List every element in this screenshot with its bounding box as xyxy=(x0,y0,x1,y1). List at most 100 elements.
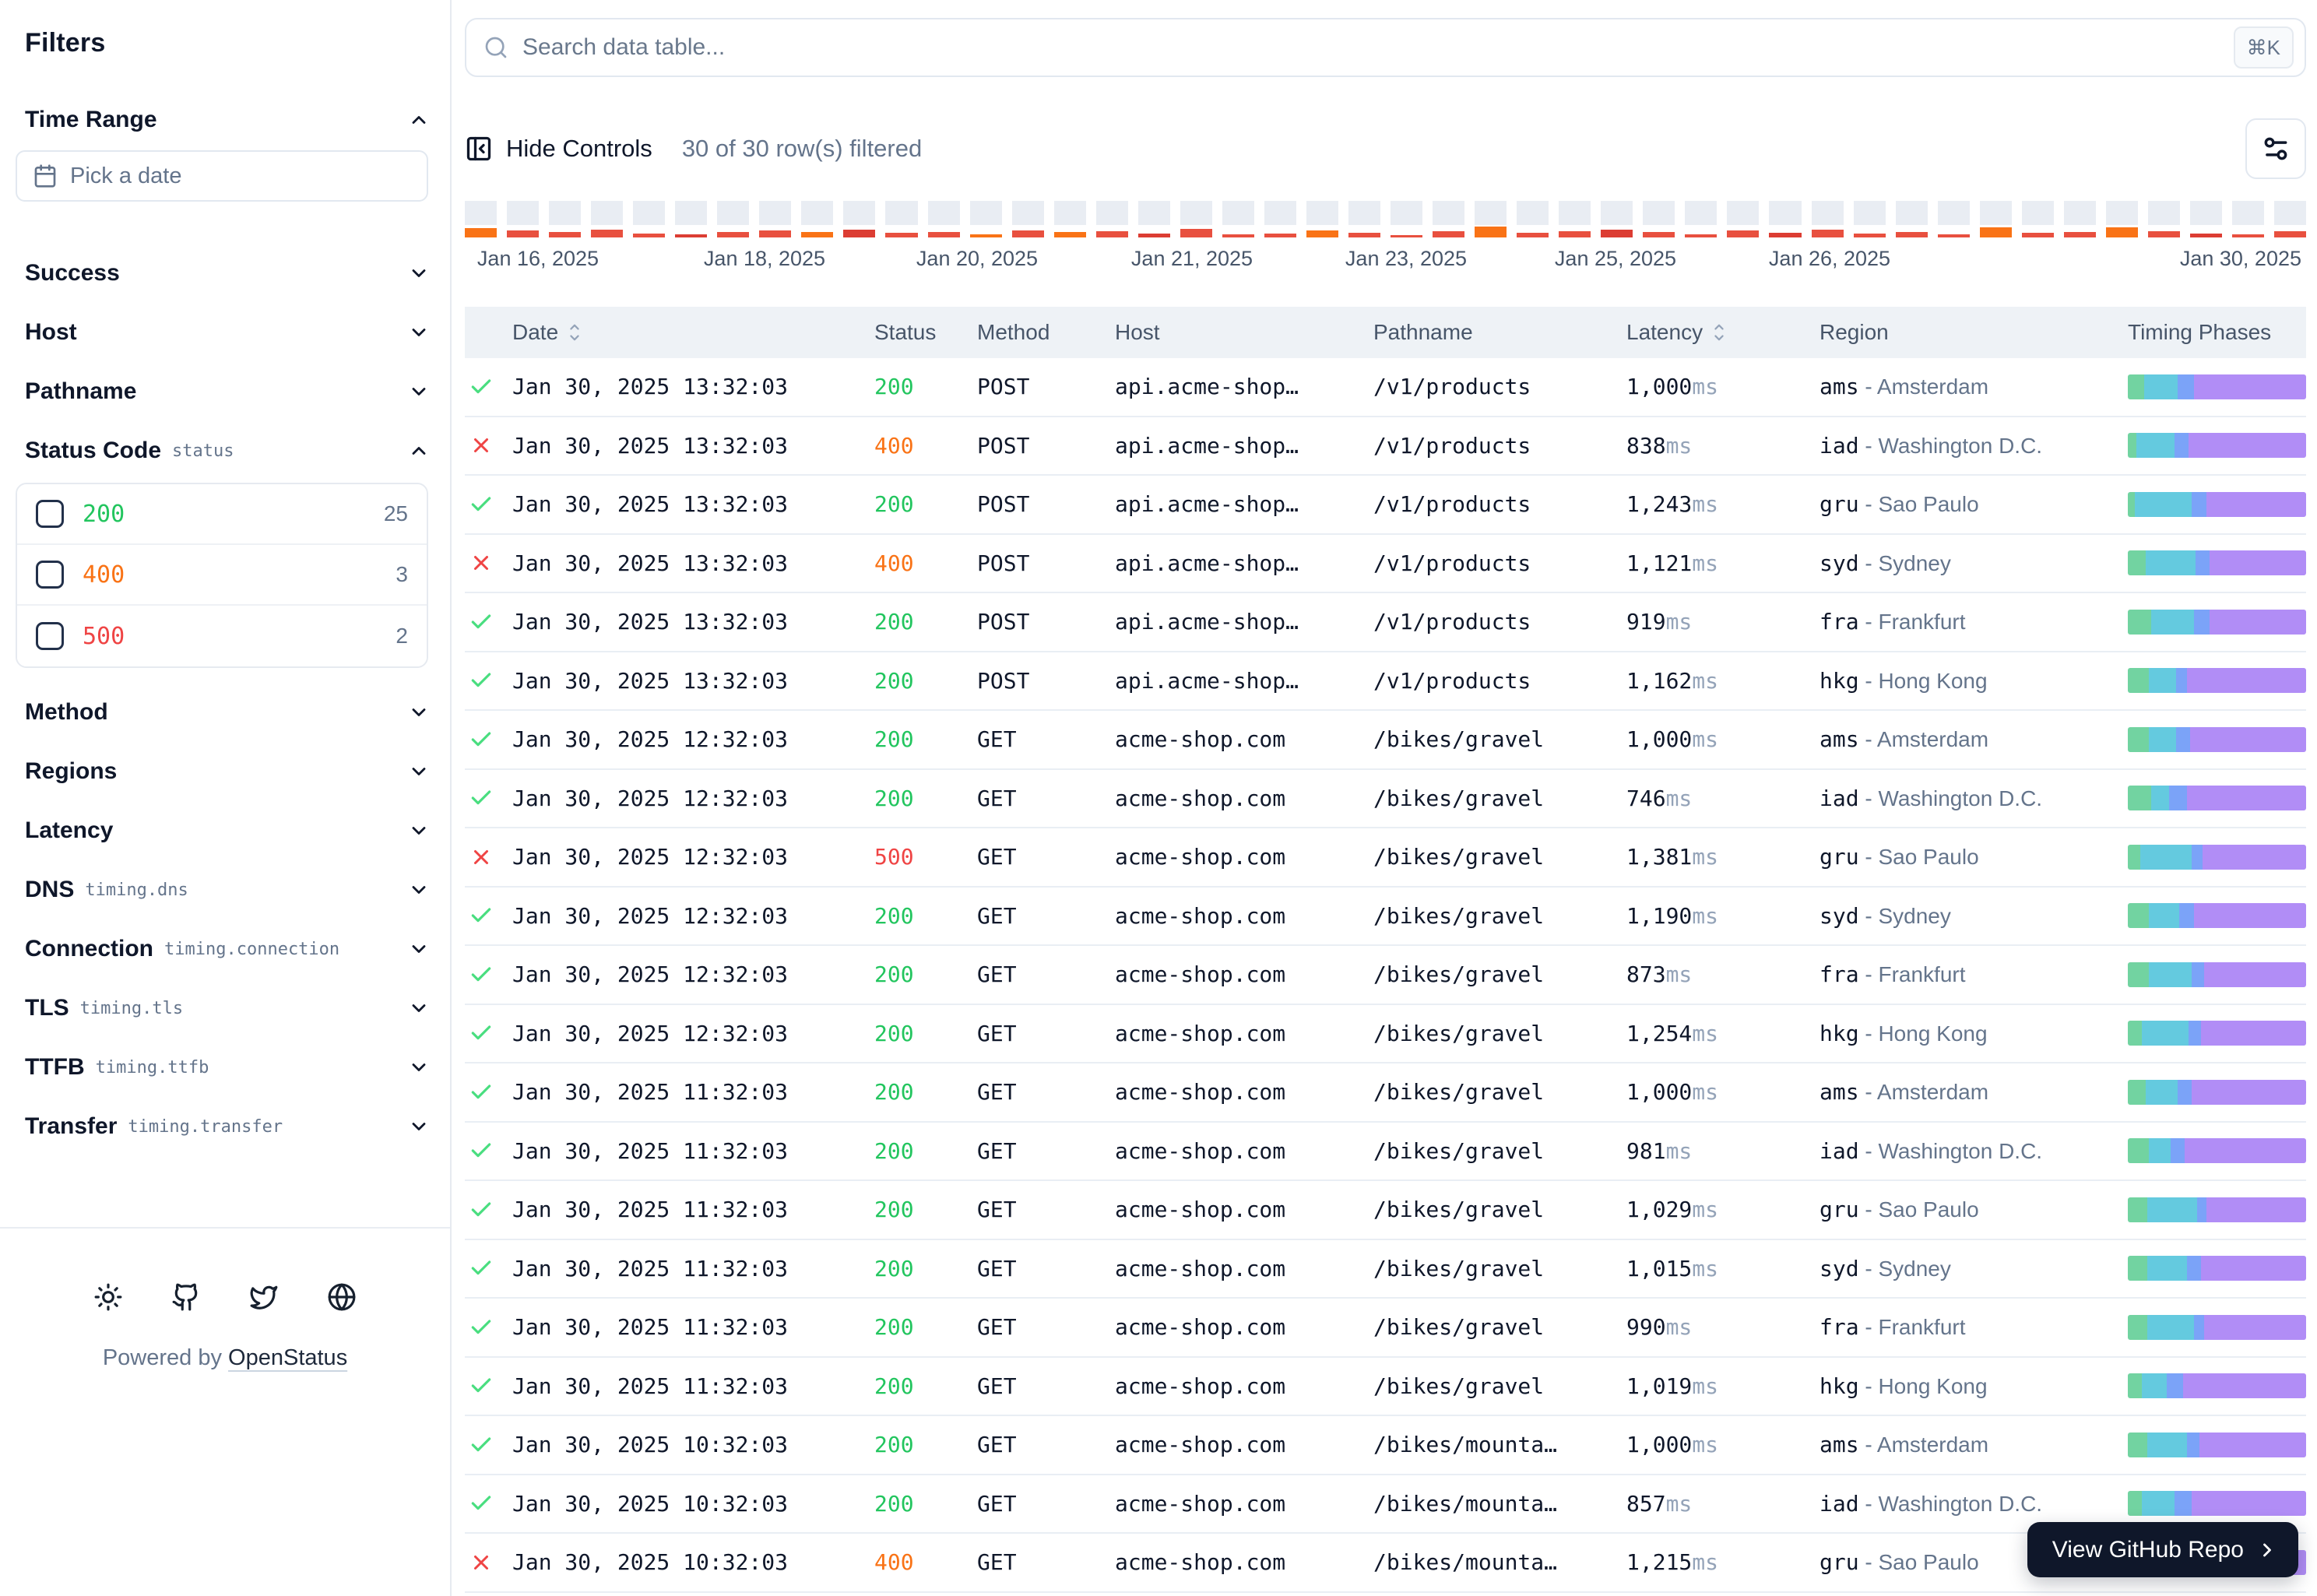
timing-phase-segment xyxy=(2171,1138,2185,1163)
cell-latency: 1,190ms xyxy=(1611,903,1804,929)
timing-phase-segment xyxy=(2206,492,2306,517)
table-row[interactable]: Jan 30, 2025 10:32:03200GETacme-shop.com… xyxy=(465,1475,2306,1534)
timeline-bar-error xyxy=(1222,234,1254,237)
timing-phase-segment xyxy=(2128,1373,2142,1398)
timeline-bar-success xyxy=(843,201,875,225)
cell-timing-phases xyxy=(2112,962,2306,987)
filter-section-status-code[interactable]: Status Code status xyxy=(16,434,434,467)
timeline-bar xyxy=(549,201,581,237)
github-repo-label: View GitHub Repo xyxy=(2052,1537,2244,1563)
timeline-bar-error xyxy=(1769,233,1801,237)
latency-value: 873 xyxy=(1626,961,1666,987)
timeline-chart[interactable]: Jan 16, 2025Jan 18, 2025Jan 20, 2025Jan … xyxy=(465,201,2306,275)
section-label: TLS xyxy=(25,995,69,1021)
success-check-icon xyxy=(465,1373,497,1398)
filter-section-connection[interactable]: Connectiontiming.connection xyxy=(16,933,434,965)
openstatus-link[interactable]: OpenStatus xyxy=(228,1345,347,1370)
checkbox[interactable] xyxy=(36,500,64,528)
table-row[interactable]: Jan 30, 2025 13:32:03200POSTapi.acme-sho… xyxy=(465,652,2306,712)
table-row[interactable]: Jan 30, 2025 12:32:03200GETacme-shop.com… xyxy=(465,946,2306,1005)
section-label: Pathname xyxy=(25,378,136,405)
filter-section-tls[interactable]: TLStiming.tls xyxy=(16,992,434,1025)
latency-unit: ms xyxy=(1692,1373,1718,1399)
cell-host: acme-shop.com xyxy=(1099,903,1358,929)
filter-section-latency[interactable]: Latency xyxy=(16,814,434,847)
filter-section-transfer[interactable]: Transfertiming.transfer xyxy=(16,1110,434,1143)
column-header-lat[interactable]: Latency xyxy=(1611,320,1804,345)
status-option-200[interactable]: 20025 xyxy=(17,484,427,545)
filter-section-ttfb[interactable]: TTFBtiming.ttfb xyxy=(16,1051,434,1084)
github-link-button[interactable] xyxy=(169,1280,203,1314)
view-github-repo-button[interactable]: View GitHub Repo xyxy=(2027,1522,2298,1577)
region-city: - Washington D.C. xyxy=(1859,1492,2042,1516)
table-row[interactable]: Jan 30, 2025 13:32:03200POSTapi.acme-sho… xyxy=(465,476,2306,535)
table-row[interactable]: Jan 30, 2025 13:32:03400POSTapi.acme-sho… xyxy=(465,417,2306,476)
timeline-bar-success xyxy=(2064,201,2096,225)
checkbox[interactable] xyxy=(36,622,64,650)
table-row[interactable]: Jan 30, 2025 12:32:03200GETacme-shop.com… xyxy=(465,770,2306,829)
region-code: fra xyxy=(1819,1314,1859,1340)
column-header-label: Date xyxy=(512,320,558,345)
filter-section-regions[interactable]: Regions xyxy=(16,755,434,788)
timeline-bar-success xyxy=(1138,201,1170,225)
cell-status: 200 xyxy=(859,1079,962,1105)
timeline-bar xyxy=(2022,201,2054,237)
table-header-row: DateStatusMethodHostPathnameLatencyRegio… xyxy=(465,307,2306,358)
table-row[interactable]: Jan 30, 2025 11:32:03200GETacme-shop.com… xyxy=(465,1063,2306,1123)
column-header-label: Pathname xyxy=(1373,320,1473,345)
search-input[interactable] xyxy=(522,34,2220,61)
timeline-bar xyxy=(1012,201,1044,237)
timeline-bar-error xyxy=(1812,230,1844,237)
section-label: Regions xyxy=(25,758,117,785)
filter-section-time-range[interactable]: Time Range xyxy=(16,104,434,136)
checkbox[interactable] xyxy=(36,561,64,589)
timeline-bar-success xyxy=(2148,201,2180,225)
table-row[interactable]: Jan 30, 2025 11:32:03200GETacme-shop.com… xyxy=(465,1358,2306,1417)
filter-section-host[interactable]: Host xyxy=(16,316,434,349)
filter-section-method[interactable]: Method xyxy=(16,696,434,729)
timing-phase-segment xyxy=(2196,550,2210,575)
region-city: - Sydney xyxy=(1859,1257,1951,1281)
timeline-bar-error xyxy=(1012,230,1044,237)
table-row[interactable]: Jan 30, 2025 11:32:03200GETacme-shop.com… xyxy=(465,1240,2306,1299)
website-link-button[interactable] xyxy=(325,1280,359,1314)
table-row[interactable]: Jan 30, 2025 13:32:03200POSTapi.acme-sho… xyxy=(465,593,2306,652)
view-options-button[interactable] xyxy=(2245,118,2306,179)
cell-latency: 990ms xyxy=(1611,1314,1804,1340)
timeline-bars xyxy=(465,201,2306,237)
region-city: - Amsterdam xyxy=(1859,374,1988,399)
table-row[interactable]: Jan 30, 2025 12:32:03500GETacme-shop.com… xyxy=(465,828,2306,888)
table-row[interactable]: Jan 30, 2025 11:32:03200GETacme-shop.com… xyxy=(465,1181,2306,1240)
cell-host: acme-shop.com xyxy=(1099,1491,1358,1517)
status-option-400[interactable]: 4003 xyxy=(17,545,427,606)
table-row[interactable]: Jan 30, 2025 12:32:03200GETacme-shop.com… xyxy=(465,711,2306,770)
table-row[interactable]: Jan 30, 2025 12:32:03200GETacme-shop.com… xyxy=(465,1005,2306,1064)
section-sublabel: timing.dns xyxy=(85,881,188,900)
timing-phase-segment xyxy=(2178,1080,2192,1105)
cell-method: GET xyxy=(962,961,1099,987)
cell-method: GET xyxy=(962,726,1099,752)
column-header-date[interactable]: Date xyxy=(497,320,859,345)
hide-controls-button[interactable]: Hide Controls xyxy=(465,135,652,163)
timing-phase-segment xyxy=(2194,903,2306,928)
chevron-down-icon xyxy=(408,820,430,842)
theme-toggle-button[interactable] xyxy=(91,1280,125,1314)
cell-host: acme-shop.com xyxy=(1099,726,1358,752)
cell-date: Jan 30, 2025 11:32:03 xyxy=(497,1197,859,1222)
filter-section-success[interactable]: Success xyxy=(16,257,434,290)
table-row[interactable]: Jan 30, 2025 13:32:03400POSTapi.acme-sho… xyxy=(465,535,2306,594)
table-row[interactable]: Jan 30, 2025 12:32:03200GETacme-shop.com… xyxy=(465,888,2306,947)
timing-phase-segment xyxy=(2128,550,2146,575)
table-row[interactable]: Jan 30, 2025 10:32:03200GETacme-shop.com… xyxy=(465,1416,2306,1475)
status-option-500[interactable]: 5002 xyxy=(17,606,427,666)
filter-section-pathname[interactable]: Pathname xyxy=(16,375,434,408)
table-row[interactable]: Jan 30, 2025 11:32:03200GETacme-shop.com… xyxy=(465,1299,2306,1358)
timeline-bar-success xyxy=(2232,201,2264,225)
table-row[interactable]: Jan 30, 2025 13:32:03200POSTapi.acme-sho… xyxy=(465,358,2306,417)
region-code: gru xyxy=(1819,1197,1859,1222)
filter-section-dns[interactable]: DNStiming.dns xyxy=(16,874,434,906)
date-picker-button[interactable]: Pick a date xyxy=(16,150,428,202)
twitter-link-button[interactable] xyxy=(247,1280,281,1314)
timeline-axis-label: Jan 26, 2025 xyxy=(1769,247,1890,271)
table-row[interactable]: Jan 30, 2025 11:32:03200GETacme-shop.com… xyxy=(465,1123,2306,1182)
